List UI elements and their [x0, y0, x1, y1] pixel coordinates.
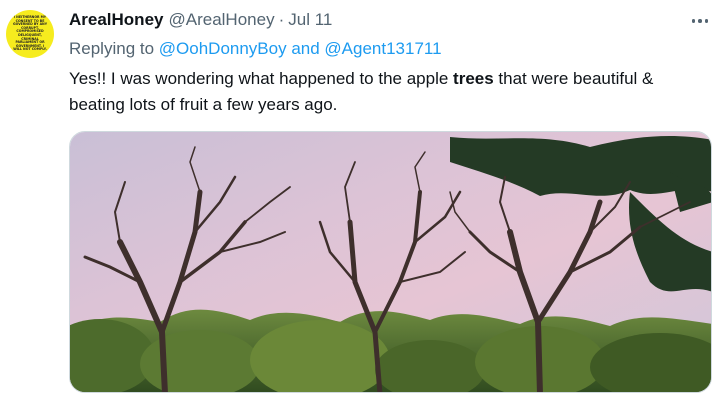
user-handle[interactable]: @ArealHoney: [168, 10, 274, 30]
tweet[interactable]: I NEITHERNOR MY CONSENT TO BE GOVERNED B…: [0, 0, 717, 403]
reply-user-link[interactable]: @Agent131711: [324, 39, 441, 58]
tweet-photo[interactable]: [69, 131, 712, 393]
display-name[interactable]: ArealHoney: [69, 10, 163, 30]
separator-dot: ·: [278, 10, 285, 29]
replying-to: Replying to @OohDonnyBoy and @Agent13171…: [69, 39, 442, 59]
tweet-text: Yes!! I was wondering what happened to t…: [69, 66, 669, 118]
avatar[interactable]: I NEITHERNOR MY CONSENT TO BE GOVERNED B…: [6, 10, 54, 58]
photo-trees: [70, 132, 711, 392]
tweet-header: ArealHoney @ArealHoney · Jul 11: [69, 10, 332, 34]
more-icon[interactable]: [688, 11, 712, 31]
replying-prefix: Replying to: [69, 39, 159, 58]
avatar-text: I NEITHERNOR MY CONSENT TO BE GOVERNED B…: [12, 15, 48, 52]
tweet-text-bold: trees: [453, 69, 494, 88]
reply-conjunction[interactable]: and: [287, 39, 325, 58]
tweet-text-part: Yes!! I was wondering what happened to t…: [69, 69, 454, 88]
reply-user-link[interactable]: @OohDonnyBoy: [159, 39, 287, 58]
tweet-date[interactable]: Jul 11: [288, 10, 332, 30]
